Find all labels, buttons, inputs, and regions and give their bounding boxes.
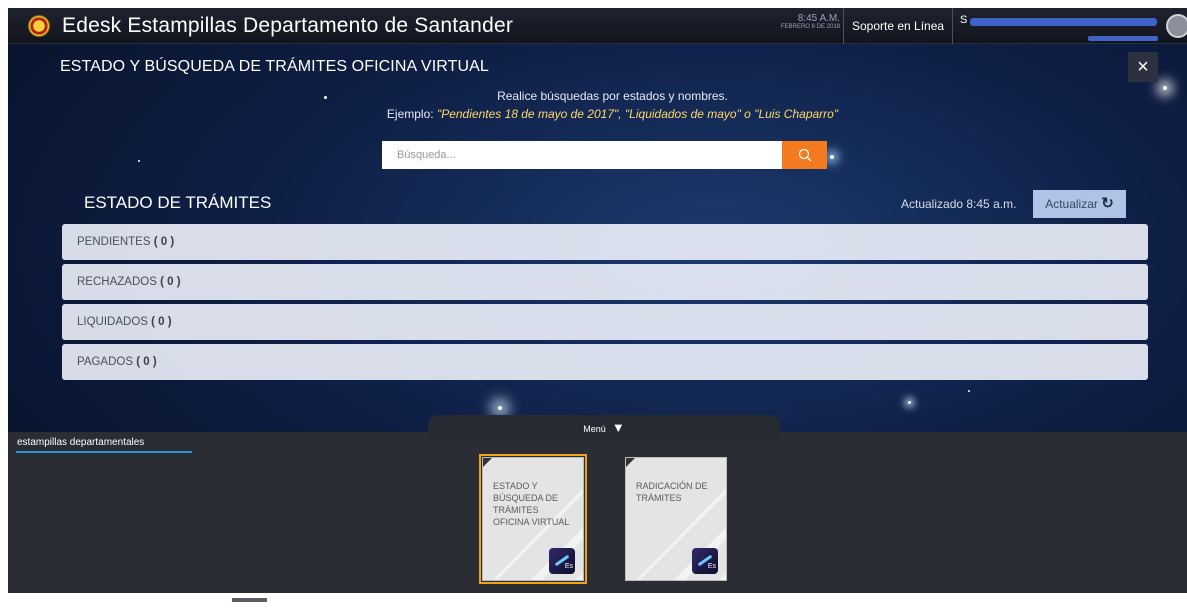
decorative-star	[138, 160, 140, 162]
avatar-icon[interactable]	[1166, 14, 1187, 38]
bottom-strip	[0, 593, 1187, 609]
search-example: Ejemplo: "Pendientes 18 de mayo de 2017"…	[8, 107, 1187, 121]
search-icon	[798, 148, 811, 162]
refresh-label: Actualizar	[1045, 197, 1098, 211]
search-hint: Realice búsquedas por estados y nombres.	[497, 89, 728, 103]
page-title: ESTADO Y BÚSQUEDA DE TRÁMITES OFICINA VI…	[60, 58, 489, 75]
menu-toggle-label: Menú	[583, 424, 606, 434]
close-icon: ×	[1137, 56, 1149, 78]
status-label: LIQUIDADOS	[77, 316, 148, 328]
status-row-pendientes[interactable]: PENDIENTES ( 0 )	[62, 224, 1148, 260]
status-row-liquidados[interactable]: LIQUIDADOS ( 0 )	[62, 304, 1148, 340]
app-window: Edesk Estampillas Departamento de Santan…	[8, 8, 1187, 601]
scrollbar-thumb[interactable]	[232, 598, 267, 602]
refresh-button[interactable]: Actualizar ↻	[1033, 190, 1126, 218]
search-example-prefix: Ejemplo:	[386, 107, 437, 121]
user-role-redacted	[1088, 36, 1158, 41]
app-title: Edesk Estampillas Departamento de Santan…	[62, 13, 514, 37]
close-button[interactable]: ×	[1128, 52, 1158, 82]
status-row-rechazados[interactable]: RECHAZADOS ( 0 )	[62, 264, 1148, 300]
app-es-icon: Es	[549, 548, 575, 574]
menu-toggle[interactable]: Menú ▼	[428, 415, 780, 439]
app-logo-icon	[28, 14, 50, 37]
clock: 8:45 A.M. FEBRERO 6 DE 2018	[760, 13, 840, 30]
clock-time: 8:45 A.M.	[797, 13, 840, 24]
tile-label: RADICACIÓN DE TRÁMITES	[636, 481, 708, 503]
status-label: PENDIENTES	[77, 236, 151, 248]
search-button[interactable]	[782, 141, 827, 169]
tile-label: ESTADO Y BÚSQUEDA DE TRÁMITES OFICINA VI…	[493, 481, 570, 527]
clock-date: FEBRERO 6 DE 2018	[780, 24, 840, 30]
decorative-star	[968, 390, 970, 392]
status-count: ( 0 )	[136, 356, 157, 368]
search-input[interactable]	[382, 141, 782, 169]
status-label: RECHAZADOS	[77, 276, 157, 288]
tab-estampillas-departamentales[interactable]: estampillas departamentales	[16, 437, 192, 453]
refresh-icon: ↻	[1101, 195, 1114, 212]
decorative-star	[498, 406, 502, 410]
search-example-text: "Pendientes 18 de mayo de 2017", "Liquid…	[436, 107, 839, 121]
tile-radicacion-tramites[interactable]: RADICACIÓN DE TRÁMITES Es	[626, 458, 726, 580]
section-title: ESTADO DE TRÁMITES	[84, 193, 272, 212]
status-count: ( 0 )	[151, 316, 172, 328]
decorative-star	[830, 155, 834, 159]
menu-arrow-down-icon: ▼	[611, 420, 625, 435]
menu-dock: estampillas departamentales	[8, 432, 1187, 601]
user-name-redacted[interactable]	[970, 18, 1157, 26]
app-es-icon: Es	[692, 548, 718, 574]
user-name-initial[interactable]: S	[960, 14, 967, 26]
status-label: PAGADOS	[77, 356, 134, 368]
status-count: ( 0 )	[153, 236, 175, 248]
top-bar: Edesk Estampillas Departamento de Santan…	[8, 8, 1187, 44]
decorative-star	[908, 401, 911, 404]
status-row-pagados[interactable]: PAGADOS ( 0 )	[62, 344, 1148, 380]
tile-estado-busqueda[interactable]: ESTADO Y BÚSQUEDA DE TRÁMITES OFICINA VI…	[483, 458, 583, 580]
support-button[interactable]: Soporte en Línea	[843, 8, 954, 44]
last-updated-text: Actualizado 8:45 a.m.	[901, 197, 1017, 211]
status-count: ( 0 )	[160, 276, 181, 288]
